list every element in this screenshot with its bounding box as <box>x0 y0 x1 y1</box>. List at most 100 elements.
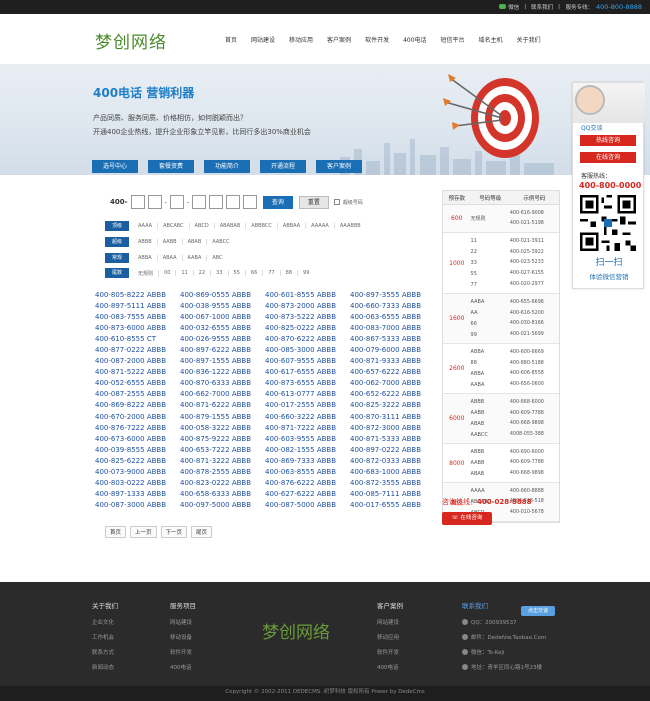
phone-number-link[interactable]: 400-867-5333 ABBB <box>350 335 435 343</box>
filter-option[interactable]: AABB <box>158 239 183 245</box>
example-number[interactable]: 400-021-5198 <box>510 221 559 226</box>
filter-option[interactable]: 66 <box>246 270 264 276</box>
filter-option[interactable]: 00 <box>159 270 177 276</box>
phone-number-link[interactable]: 400-652-6222 ABBB <box>350 390 435 398</box>
filter-option[interactable]: ABAA <box>158 255 183 261</box>
digit-input-6[interactable] <box>225 195 240 209</box>
phone-number-link[interactable]: 400-087-2000 ABBB <box>95 357 180 365</box>
filter-option[interactable]: AAAA <box>133 223 159 229</box>
example-number[interactable]: 4008-055-388 <box>510 432 559 437</box>
phone-number-link[interactable]: 400-825-0222 ABBB <box>265 324 350 332</box>
example-number[interactable]: 400-027-6155 <box>510 271 559 276</box>
digit-input-4[interactable] <box>191 195 206 209</box>
footer-link[interactable]: 软件开发 <box>170 648 196 656</box>
phone-number-link[interactable]: 400-871-5333 ABBB <box>350 435 435 443</box>
footer-link[interactable]: 企业文化 <box>92 618 118 626</box>
nav-item-8[interactable]: 关于我们 <box>510 35 548 44</box>
example-number[interactable]: 400-668-6000 <box>510 400 559 405</box>
footer-link[interactable]: 网站建设 <box>170 618 196 626</box>
phone-number-link[interactable]: 400-871-7222 ABBB <box>265 424 350 432</box>
phone-number-link[interactable]: 400-607-9555 ABBB <box>265 357 350 365</box>
phone-number-link[interactable]: 400-872-3000 ABBB <box>350 424 435 432</box>
phone-number-link[interactable]: 400-079-6000 ABBB <box>350 346 435 354</box>
example-number[interactable]: 400-609-7788 <box>510 460 559 465</box>
nav-item-6[interactable]: 短信平台 <box>434 35 472 44</box>
filter-option[interactable]: 33 <box>211 270 229 276</box>
nav-item-3[interactable]: 客户案例 <box>320 35 358 44</box>
example-number[interactable]: 400-880-5188 <box>510 361 559 366</box>
filter-option[interactable]: ABABAB <box>215 223 247 229</box>
phone-number-link[interactable]: 400-067-1000 ABBB <box>180 313 265 321</box>
tab-0[interactable]: 选号中心 <box>92 160 138 173</box>
query-button[interactable]: 查询 <box>262 195 293 209</box>
tab-4[interactable]: 客户案例 <box>316 160 362 173</box>
phone-number-link[interactable]: 400-062-7000 ABBB <box>350 379 435 387</box>
filter-option[interactable]: 55 <box>229 270 246 276</box>
phone-number-link[interactable]: 400-897-6222 ABBB <box>180 346 265 354</box>
filter-option[interactable]: 22 <box>194 270 212 276</box>
filter-option[interactable]: AAABBB <box>335 223 366 229</box>
hotline-consult-button[interactable]: 热线咨询 <box>580 135 636 146</box>
phone-number-link[interactable]: 400-032-6555 ABBB <box>180 324 265 332</box>
phone-number-link[interactable]: 400-083-7000 ABBB <box>350 324 435 332</box>
phone-number-link[interactable]: 400-662-7000 ABBB <box>180 390 265 398</box>
click-chat-badge[interactable]: 点击交谈 <box>521 606 555 616</box>
phone-number-link[interactable]: 400-670-2000 ABBB <box>95 413 180 421</box>
example-number[interactable]: 400-023-5233 <box>510 260 559 265</box>
filter-option[interactable]: ABBB <box>133 239 158 245</box>
phone-number-link[interactable]: 400-063-8555 ABBB <box>265 468 350 476</box>
footer-link[interactable]: 新闻动态 <box>92 663 118 671</box>
example-number[interactable]: 400-025-3922 <box>510 250 559 255</box>
phone-number-link[interactable]: 400-872-3555 ABBB <box>350 479 435 487</box>
example-number[interactable]: 400-021-5699 <box>510 332 559 337</box>
reset-button[interactable]: 重置 <box>298 195 329 209</box>
online-consult-button[interactable]: 在线咨询 <box>580 152 636 163</box>
phone-number-link[interactable]: 400-825-6222 ABBB <box>95 457 180 465</box>
phone-number-link[interactable]: 400-660-7333 ABBB <box>350 302 435 310</box>
example-number[interactable]: 400-020-2977 <box>510 282 559 287</box>
phone-number-link[interactable]: 400-803-0222 ABBB <box>95 479 180 487</box>
filter-option[interactable]: ABCABC <box>158 223 190 229</box>
premium-number-checkbox[interactable] <box>333 199 340 205</box>
phone-number-link[interactable]: 400-601-8555 ABBB <box>265 291 350 299</box>
phone-number-link[interactable]: 400-870-3111 ABBB <box>350 413 435 421</box>
phone-number-link[interactable]: 400-823-0222 ABBB <box>180 479 265 487</box>
example-number[interactable]: 400-609-7788 <box>510 411 559 416</box>
filter-option[interactable]: ABC <box>207 255 227 261</box>
tab-1[interactable]: 套餐资费 <box>148 160 194 173</box>
phone-number-link[interactable]: 400-873-5222 ABBB <box>265 313 350 321</box>
digit-input-2[interactable] <box>147 195 162 209</box>
nav-item-1[interactable]: 网站建设 <box>244 35 282 44</box>
filter-option[interactable]: ABBAA <box>278 223 307 229</box>
filter-option[interactable]: ABCD <box>190 223 215 229</box>
phone-number-link[interactable]: 400-017-2555 ABBB <box>265 401 350 409</box>
phone-number-link[interactable]: 400-873-6555 ABBB <box>265 379 350 387</box>
example-number[interactable]: 400-030-8166 <box>510 321 559 326</box>
phone-number-link[interactable]: 400-879-1555 ABBB <box>180 413 265 421</box>
example-number[interactable]: 400-010-5678 <box>510 510 559 515</box>
nav-item-5[interactable]: 400电话 <box>396 35 433 44</box>
phone-number-link[interactable]: 400-897-1333 ABBB <box>95 490 180 498</box>
footer-link[interactable]: 软件开发 <box>377 648 403 656</box>
phone-number-link[interactable]: 400-876-7222 ABBB <box>95 424 180 432</box>
tab-2[interactable]: 功能简介 <box>204 160 250 173</box>
example-number[interactable]: 400-616-5200 <box>510 311 559 316</box>
phone-number-link[interactable]: 400-873-6000 ABBB <box>95 324 180 332</box>
filter-option[interactable]: 88 <box>281 270 299 276</box>
phone-number-link[interactable]: 400-058-3222 ABBB <box>180 424 265 432</box>
phone-number-link[interactable]: 400-897-5111 ABBB <box>95 302 180 310</box>
phone-number-link[interactable]: 400-873-2000 ABBB <box>265 302 350 310</box>
phone-number-link[interactable]: 400-660-3222 ABBB <box>265 413 350 421</box>
phone-number-link[interactable]: 400-026-9555 ABBB <box>180 335 265 343</box>
filter-option[interactable]: 11 <box>176 270 194 276</box>
filter-option[interactable]: 无规则 <box>133 269 160 277</box>
filter-option[interactable]: ABAB <box>183 239 208 245</box>
phone-number-link[interactable]: 400-897-1555 ABBB <box>180 357 265 365</box>
phone-number-link[interactable]: 400-617-6555 ABBB <box>265 368 350 376</box>
phone-number-link[interactable]: 400-063-6555 ABBB <box>350 313 435 321</box>
example-number[interactable]: 400-656-0600 <box>510 382 559 387</box>
phone-number-link[interactable]: 400-869-0555 ABBB <box>180 291 265 299</box>
phone-number-link[interactable]: 400-017-6555 ABBB <box>350 501 435 509</box>
pager-button-3[interactable]: 尾页 <box>191 526 213 538</box>
phone-number-link[interactable]: 400-083-7555 ABBB <box>95 313 180 321</box>
